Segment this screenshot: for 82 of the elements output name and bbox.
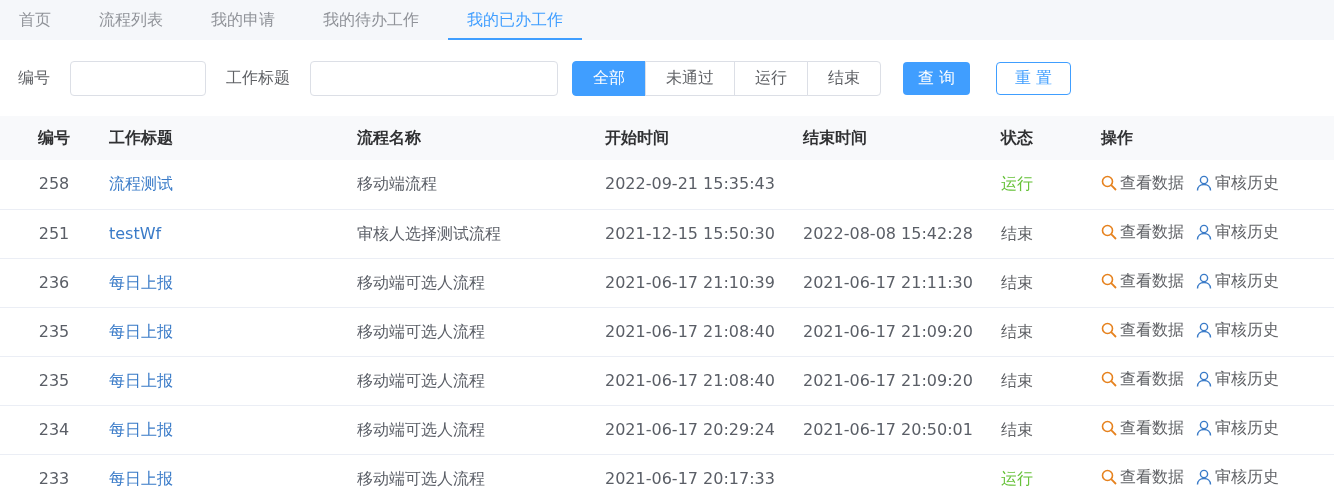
filter-segment[interactable]: 未通过 [645, 60, 735, 96]
start-time: 2021-06-17 21:08:40 [605, 321, 775, 341]
title-link[interactable]: 每日上报 [109, 321, 173, 341]
search-icon [1101, 322, 1117, 338]
audit-history-link[interactable]: 审核历史 [1196, 367, 1279, 391]
row-id: 234 [38, 419, 70, 439]
column-header: 操作 [1101, 128, 1133, 147]
field-label: 工作标题 [226, 67, 290, 89]
row-id: 233 [38, 468, 70, 488]
row-id: 236 [38, 272, 70, 292]
status-text: 结束 [1001, 419, 1033, 439]
user-icon [1196, 371, 1212, 387]
title-link[interactable]: 流程测试 [109, 174, 173, 194]
title-link[interactable]: testWf [109, 223, 162, 243]
input-field[interactable] [310, 60, 558, 96]
start-time: 2021-06-17 21:10:39 [605, 272, 775, 292]
filter-segment[interactable]: 结束 [807, 60, 881, 96]
end-time: 2021-06-17 20:50:01 [803, 419, 973, 439]
view-data-link[interactable]: 查看数据 [1101, 367, 1184, 391]
status-text: 结束 [1001, 370, 1033, 390]
end-time: 2021-06-17 21:11:30 [803, 272, 973, 292]
column-header: 工作标题 [109, 128, 173, 147]
column-header: 结束时间 [803, 128, 867, 147]
view-data-link[interactable]: 查看数据 [1101, 318, 1184, 342]
user-icon [1196, 420, 1212, 436]
user-icon [1196, 322, 1212, 338]
search-icon [1101, 224, 1117, 240]
flow-name: 移动端可选人流程 [357, 370, 485, 390]
audit-history-link[interactable]: 审核历史 [1196, 318, 1279, 342]
flow-name: 移动端流程 [357, 174, 437, 194]
column-header: 编号 [38, 128, 70, 147]
start-time: 2021-06-17 21:08:40 [605, 370, 775, 390]
end-time: 2021-06-17 21:09:20 [803, 370, 973, 390]
flow-name: 移动端可选人流程 [357, 419, 485, 439]
start-time: 2021-12-15 15:50:30 [605, 223, 775, 243]
audit-history-link[interactable]: 审核历史 [1196, 465, 1279, 489]
filter-segment[interactable]: 运行 [734, 60, 808, 96]
column-header: 状态 [1001, 128, 1033, 147]
start-time: 2021-06-17 20:17:33 [605, 468, 775, 488]
start-time: 2022-09-21 15:35:43 [605, 174, 775, 194]
column-header: 流程名称 [357, 128, 421, 147]
field-label: 编号 [18, 67, 50, 89]
title-link[interactable]: 每日上报 [109, 370, 173, 390]
input-field[interactable] [70, 60, 206, 96]
search-icon [1101, 174, 1117, 191]
status-text: 运行 [1001, 174, 1033, 194]
row-id: 251 [38, 223, 70, 243]
flow-name: 移动端可选人流程 [357, 468, 485, 488]
status-text: 结束 [1001, 223, 1033, 243]
view-data-link[interactable]: 查看数据 [1101, 220, 1184, 244]
user-icon [1196, 224, 1212, 240]
search-icon [1101, 273, 1117, 289]
flow-name: 审核人选择测试流程 [357, 223, 501, 243]
status-text: 结束 [1001, 272, 1033, 292]
user-icon [1196, 469, 1212, 485]
user-icon [1196, 273, 1212, 289]
start-time: 2021-06-17 20:29:24 [605, 419, 775, 439]
search-icon [1101, 371, 1117, 387]
end-time: 2021-06-17 21:09:20 [803, 321, 973, 341]
title-link[interactable]: 每日上报 [109, 468, 173, 488]
audit-history-link[interactable]: 审核历史 [1196, 170, 1279, 195]
flow-name: 移动端可选人流程 [357, 321, 485, 341]
view-data-link[interactable]: 查看数据 [1101, 465, 1184, 489]
row-id: 235 [38, 321, 70, 341]
search-icon [1101, 420, 1117, 436]
title-link[interactable]: 每日上报 [109, 419, 173, 439]
title-link[interactable]: 每日上报 [109, 272, 173, 292]
audit-history-link[interactable]: 审核历史 [1196, 269, 1279, 293]
audit-history-link[interactable]: 审核历史 [1196, 416, 1279, 440]
flow-name: 移动端可选人流程 [357, 272, 485, 292]
status-text: 运行 [1001, 468, 1033, 488]
view-data-link[interactable]: 查看数据 [1101, 416, 1184, 440]
view-data-link[interactable]: 查看数据 [1101, 170, 1184, 195]
view-data-link[interactable]: 查看数据 [1101, 269, 1184, 293]
row-id: 258 [38, 174, 70, 194]
row-id: 235 [38, 370, 70, 390]
end-time: 2022-08-08 15:42:28 [803, 223, 973, 243]
user-icon [1196, 174, 1212, 191]
audit-history-link[interactable]: 审核历史 [1196, 220, 1279, 244]
column-header: 开始时间 [605, 128, 669, 147]
search-icon [1101, 469, 1117, 485]
status-text: 结束 [1001, 321, 1033, 341]
